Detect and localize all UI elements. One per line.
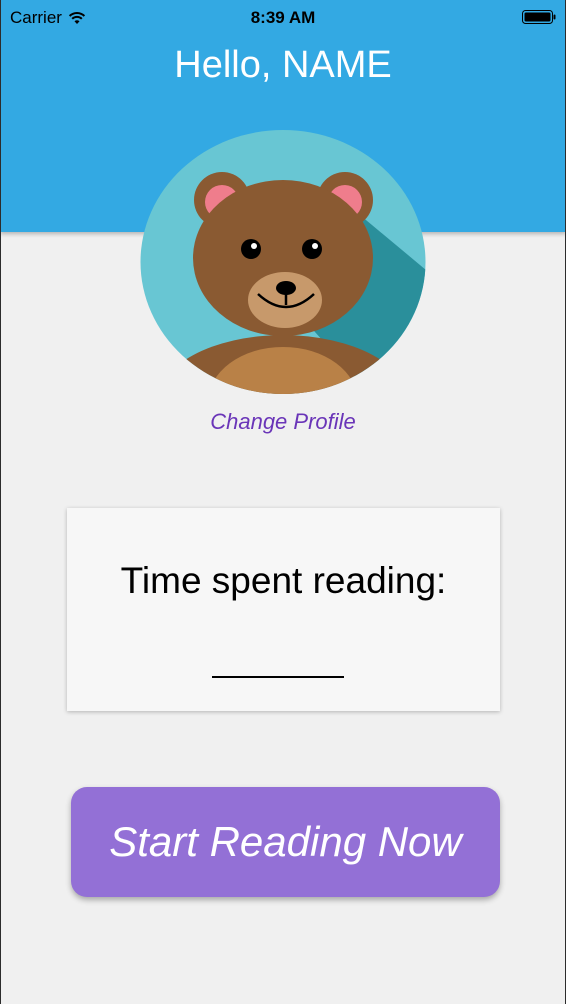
status-time: 8:39 AM bbox=[250, 8, 316, 27]
battery-icon bbox=[522, 10, 556, 24]
reading-time-label: Time spent reading: bbox=[120, 560, 447, 601]
teddy-bear-avatar[interactable] bbox=[140, 130, 426, 394]
status-bar: Carrier 8:39 AM bbox=[0, 0, 566, 34]
greeting-title: Hello, NAME bbox=[174, 44, 392, 86]
reading-time-card: Time spent reading: bbox=[67, 508, 500, 711]
left-edge-divider bbox=[0, 0, 1, 1004]
start-reading-label: Start Reading Now bbox=[109, 818, 462, 865]
start-reading-button[interactable]: Start Reading Now bbox=[71, 787, 500, 897]
reading-time-value bbox=[212, 648, 344, 678]
change-profile-link[interactable]: Change Profile bbox=[0, 409, 566, 435]
